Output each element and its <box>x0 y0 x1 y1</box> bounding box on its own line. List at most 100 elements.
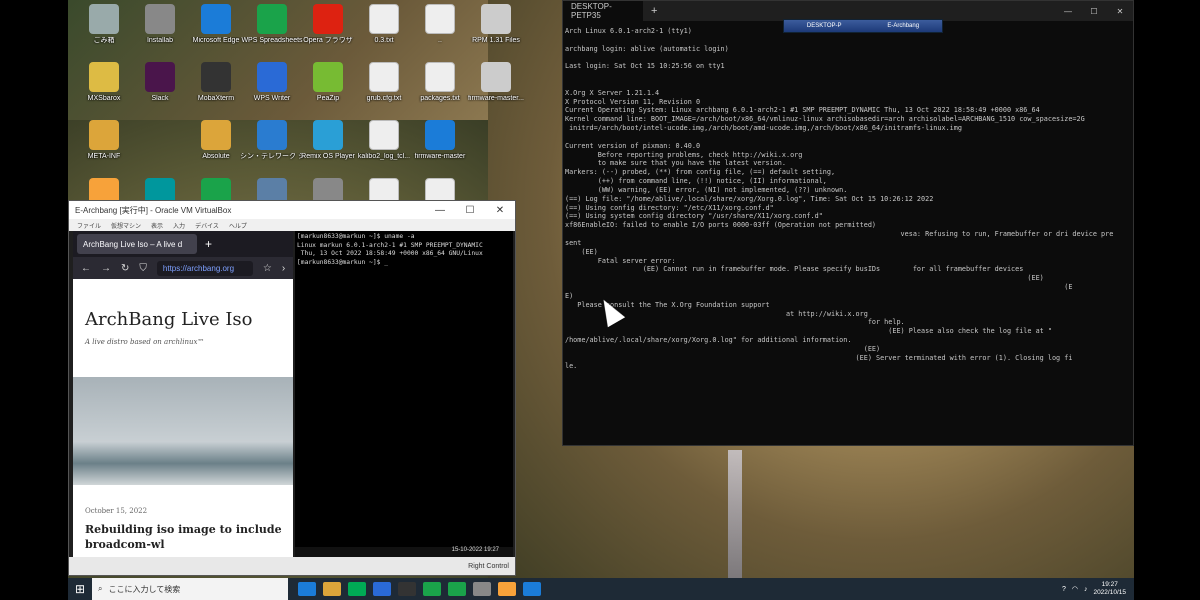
firefox-window[interactable]: ArchBang Live Iso – A live d + ← → ↻ ⛉ h… <box>73 231 293 559</box>
minimize-icon[interactable]: — <box>425 205 455 216</box>
desktop-icon[interactable]: Remix OS Player <box>296 120 360 161</box>
terminal-tab[interactable]: DESKTOP-PETP35 <box>563 1 643 21</box>
desktop-icon[interactable]: Slack <box>128 62 192 103</box>
shield-icon[interactable]: ⛉ <box>139 263 147 274</box>
desktop-icon[interactable]: WPS Writer <box>240 62 304 103</box>
desktop-icon-label: firmware-master... <box>467 95 524 102</box>
forward-icon[interactable]: → <box>101 263 111 274</box>
maximize-icon[interactable]: ☐ <box>1081 7 1107 16</box>
bookmark-star-icon[interactable]: ☆ <box>263 263 272 274</box>
terminal-tab-title: DESKTOP-PETP35 <box>571 2 612 20</box>
windows-start-icon[interactable]: ⊞ <box>68 582 92 596</box>
desktop-icon[interactable]: Installab <box>128 4 192 45</box>
vbox-titlebar[interactable]: E-Archbang [実行中] - Oracle VM VirtualBox … <box>69 201 515 219</box>
vbox-menu-item[interactable]: ファイル <box>77 221 101 230</box>
wifi-icon[interactable]: ◠ <box>1072 585 1078 593</box>
virtualbox-window[interactable]: E-Archbang [実行中] - Oracle VM VirtualBox … <box>68 200 516 576</box>
chevron-right-icon[interactable]: › <box>282 263 285 274</box>
desktop-icon[interactable]: RPM 1.31 Files <box>464 4 528 45</box>
terminal-tabbar: DESKTOP-PETP35 + — ☐ ✕ <box>563 1 1133 21</box>
taskbar-app-icon[interactable] <box>398 582 416 596</box>
desktop-icon[interactable]: kalibo2_log_tcl... <box>352 120 416 161</box>
desktop-icon[interactable] <box>464 120 528 153</box>
web-page: ArchBang Live Iso A live distro based on… <box>73 309 293 346</box>
terminal-output[interactable]: Arch Linux 6.0.1-arch2-1 (tty1) archbang… <box>563 21 1133 441</box>
desktop-icon-label: Microsoft Edge <box>192 37 240 44</box>
app-icon <box>145 62 175 92</box>
new-tab-icon[interactable]: + <box>205 237 212 251</box>
close-icon[interactable]: ✕ <box>1107 7 1133 16</box>
taskbar-app-icon[interactable] <box>323 582 341 596</box>
desktop-icon[interactable]: MobaXterm <box>184 62 248 103</box>
desktop-icon[interactable]: META-INF <box>72 120 136 161</box>
vbox-menu-item[interactable]: ヘルプ <box>229 221 247 230</box>
taskbar-app-icon[interactable] <box>423 582 441 596</box>
taskbar-app-icon[interactable] <box>348 582 366 596</box>
taskbar-app-icon[interactable] <box>473 582 491 596</box>
desktop-icon-label: packages.txt <box>420 95 460 102</box>
desktop-icon[interactable]: WPS Spreadsheets <box>240 4 304 45</box>
desktop-icon[interactable]: Absolute <box>184 120 248 161</box>
desktop-icon[interactable]: PeaZip <box>296 62 360 103</box>
firefox-tab-title: ArchBang Live Iso – A live d <box>83 239 183 249</box>
post-date[interactable]: October 15, 2022 <box>85 507 147 515</box>
desktop-icon[interactable] <box>128 120 192 153</box>
desktop-icon-label: Remix OS Player <box>301 153 355 160</box>
help-icon[interactable]: ? <box>1062 586 1066 593</box>
desktop-icon[interactable]: 0.3.txt <box>352 4 416 45</box>
app-icon <box>201 4 231 34</box>
vbox-menu-item[interactable]: 仮想マシン <box>111 221 141 230</box>
vm-terminal[interactable]: [markun8633@markun ~]$ uname -a Linux ma… <box>295 231 513 549</box>
vbox-menu-item[interactable]: デバイス <box>195 221 219 230</box>
desktop-icon[interactable]: .. <box>408 4 472 45</box>
taskbar-app-icon[interactable] <box>523 582 541 596</box>
vbox-menu-item[interactable]: 表示 <box>151 221 163 230</box>
site-title[interactable]: ArchBang Live Iso <box>85 309 281 330</box>
app-icon <box>481 62 511 92</box>
maximize-icon[interactable]: ☐ <box>455 205 485 216</box>
windows-terminal[interactable]: DESKTOP-PETP35 + — ☐ ✕ DESKTOP-P E-Archb… <box>562 0 1134 446</box>
app-icon <box>257 4 287 34</box>
minimize-icon[interactable]: — <box>1055 7 1081 16</box>
remote-vm-label: E-Archbang <box>887 23 920 29</box>
app-icon <box>201 62 231 92</box>
app-icon <box>89 4 119 34</box>
desktop-icon[interactable]: Microsoft Edge <box>184 4 248 45</box>
system-tray: ? ◠ ♪ 19:27 2022/10/15 <box>1062 581 1134 597</box>
vbox-title: E-Archbang [実行中] - Oracle VM VirtualBox <box>75 205 232 215</box>
taskbar-app-icon[interactable] <box>298 582 316 596</box>
vbox-menu-item[interactable]: 入力 <box>173 221 185 230</box>
desktop-icon[interactable]: grub.cfg.txt <box>352 62 416 103</box>
volume-icon[interactable]: ♪ <box>1084 586 1088 593</box>
app-icon <box>145 120 175 150</box>
back-icon[interactable]: ← <box>81 263 91 274</box>
app-icon <box>313 4 343 34</box>
firefox-tabbar: ArchBang Live Iso – A live d + <box>73 231 293 257</box>
app-icon <box>201 120 231 150</box>
desktop-icon[interactable]: シン・テレワーク システム クライアント <box>240 120 304 161</box>
reload-icon[interactable]: ↻ <box>121 263 129 274</box>
desktop-icon[interactable]: MXSbarox <box>72 62 136 103</box>
taskbar-app-icon[interactable] <box>498 582 516 596</box>
taskbar-search[interactable]: ⌕ ここに入力して検索 <box>92 578 288 600</box>
taskbar-clock[interactable]: 19:27 2022/10/15 <box>1093 581 1126 597</box>
desktop-icon-label: WPS Spreadsheets <box>241 37 303 44</box>
url-bar[interactable]: https://archbang.org <box>156 260 253 276</box>
desktop-icon[interactable]: Opera ブラウザ <box>296 4 360 45</box>
firefox-tab[interactable]: ArchBang Live Iso – A live d <box>77 234 197 254</box>
taskbar-app-icon[interactable] <box>448 582 466 596</box>
desktop-icon-label: Opera ブラウザ <box>303 37 353 44</box>
desktop-icon[interactable]: ごみ箱 <box>72 4 136 45</box>
desktop-icon[interactable]: firmware-master... <box>464 62 528 103</box>
app-icon <box>369 120 399 150</box>
desktop-icon[interactable]: packages.txt <box>408 62 472 103</box>
desktop-icon-label: grub.cfg.txt <box>366 95 402 102</box>
remote-session-bar[interactable]: DESKTOP-P E-Archbang <box>783 19 943 33</box>
desktop-icon[interactable]: firmware-master <box>408 120 472 161</box>
post-title[interactable]: Rebuilding iso image to include broadcom… <box>85 523 285 553</box>
close-icon[interactable]: ✕ <box>485 205 515 216</box>
new-tab-icon[interactable]: + <box>651 5 657 17</box>
firefox-navbar: ← → ↻ ⛉ https://archbang.org ☆ › <box>73 257 293 279</box>
desktop-icon-label: RPM 1.31 Files <box>472 37 520 44</box>
taskbar-app-icon[interactable] <box>373 582 391 596</box>
